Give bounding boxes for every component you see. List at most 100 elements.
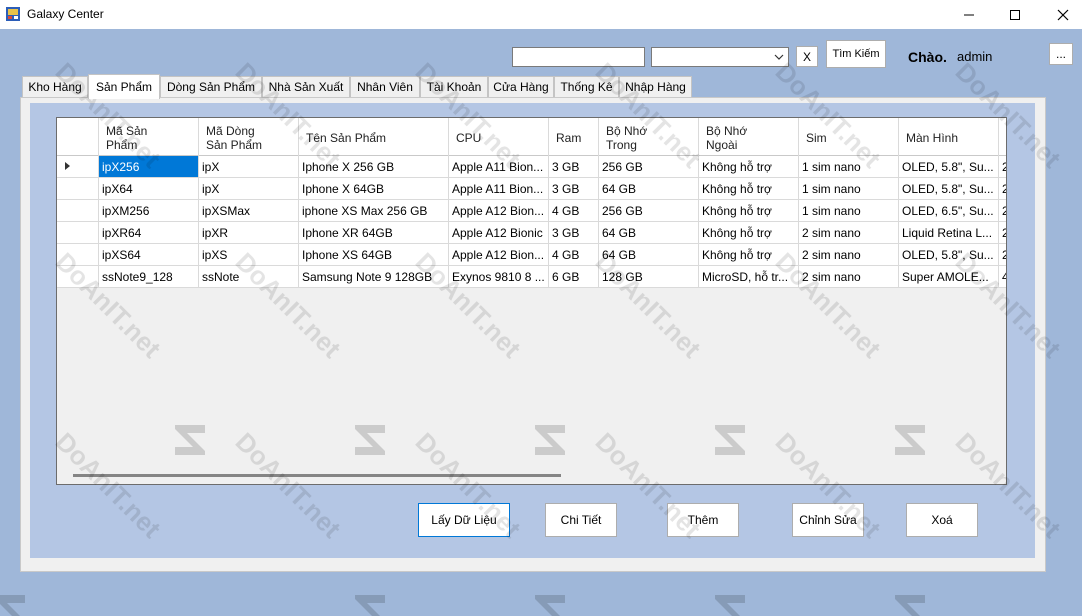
- cell-ram[interactable]: 3 GB: [549, 222, 599, 243]
- cell-ten-san-pham[interactable]: Iphone XR 64GB: [299, 222, 449, 243]
- table-row[interactable]: ipX64 ipX Iphone X 64GB Apple A11 Bion... 3 …: [57, 178, 1006, 200]
- cell-ram[interactable]: 4 GB: [549, 244, 599, 265]
- cell-bo-nho-trong[interactable]: 256 GB: [599, 200, 699, 221]
- cell-ten-san-pham[interactable]: iphone XS Max 256 GB: [299, 200, 449, 221]
- cell-cpu[interactable]: Apple A12 Bion...: [449, 244, 549, 265]
- cell-man-hinh[interactable]: OLED, 5.8", Su...: [899, 156, 999, 177]
- cell-ma-san-pham[interactable]: ipXR64: [99, 222, 199, 243]
- table-row[interactable]: ipXM256 ipXSMax iphone XS Max 256 GB Apple …: [57, 200, 1006, 222]
- cell-ten-san-pham[interactable]: Iphone X 64GB: [299, 178, 449, 199]
- cell-ma-san-pham[interactable]: ipX256: [99, 156, 199, 177]
- column-header-ten-san-pham[interactable]: Tên Sản Phẩm: [299, 118, 449, 156]
- cell-ma-dong[interactable]: ipX: [199, 178, 299, 199]
- cell-ram[interactable]: 3 GB: [549, 178, 599, 199]
- close-button[interactable]: [1040, 0, 1082, 29]
- cell-partial[interactable]: 4: [999, 266, 1006, 287]
- cell-ma-san-pham[interactable]: ipXS64: [99, 244, 199, 265]
- cell-sim[interactable]: 2 sim nano: [799, 222, 899, 243]
- row-header[interactable]: [57, 222, 99, 243]
- cell-partial[interactable]: 2: [999, 200, 1006, 221]
- tab-san-pham[interactable]: Sản Phẩm: [88, 74, 160, 99]
- cell-bo-nho-ngoai[interactable]: Không hỗ trợ: [699, 156, 799, 177]
- cell-sim[interactable]: 1 sim nano: [799, 156, 899, 177]
- search-filter-select[interactable]: [651, 47, 789, 67]
- column-header-bo-nho-ngoai[interactable]: Bộ Nhớ Ngoài: [699, 118, 799, 156]
- row-header[interactable]: [57, 178, 99, 199]
- tab-nha-san-xuat[interactable]: Nhà Sản Xuất: [262, 76, 350, 97]
- cell-ten-san-pham[interactable]: Iphone X 256 GB: [299, 156, 449, 177]
- minimize-button[interactable]: [946, 0, 992, 29]
- table-row[interactable]: ipXR64 ipXR Iphone XR 64GB Apple A12 Bionic…: [57, 222, 1006, 244]
- add-button[interactable]: Thêm: [667, 503, 739, 537]
- load-data-button[interactable]: Lấy Dữ Liệu: [418, 503, 510, 537]
- scrollbar-thumb[interactable]: [73, 474, 561, 477]
- column-header-bo-nho-trong[interactable]: Bộ Nhớ Trong: [599, 118, 699, 156]
- cell-partial[interactable]: 2: [999, 178, 1006, 199]
- cell-ten-san-pham[interactable]: Samsung Note 9 128GB: [299, 266, 449, 287]
- cell-cpu[interactable]: Apple A11 Bion...: [449, 156, 549, 177]
- tab-nhan-vien[interactable]: Nhân Viên: [350, 76, 420, 97]
- cell-bo-nho-ngoai[interactable]: Không hỗ trợ: [699, 244, 799, 265]
- cell-man-hinh[interactable]: Super AMOLE...: [899, 266, 999, 287]
- cell-bo-nho-ngoai[interactable]: MicroSD, hỗ tr...: [699, 266, 799, 287]
- column-header-ma-dong-san-pham[interactable]: Mã Dòng Sản Phẩm: [199, 118, 299, 156]
- tab-thong-ke[interactable]: Thống Kê: [554, 76, 619, 97]
- row-header[interactable]: [57, 200, 99, 221]
- edit-button[interactable]: Chỉnh Sửa: [792, 503, 864, 537]
- cell-ma-dong[interactable]: ssNote: [199, 266, 299, 287]
- cell-ram[interactable]: 3 GB: [549, 156, 599, 177]
- cell-ma-dong[interactable]: ipXS: [199, 244, 299, 265]
- tab-cua-hang[interactable]: Cửa Hàng: [488, 76, 554, 97]
- cell-ma-san-pham[interactable]: ipX64: [99, 178, 199, 199]
- cell-sim[interactable]: 1 sim nano: [799, 178, 899, 199]
- cell-man-hinh[interactable]: OLED, 5.8", Su...: [899, 178, 999, 199]
- column-header-ram[interactable]: Ram: [549, 118, 599, 156]
- tab-nhap-hang[interactable]: Nhập Hàng: [619, 76, 692, 97]
- delete-button[interactable]: Xoá: [906, 503, 978, 537]
- cell-ram[interactable]: 6 GB: [549, 266, 599, 287]
- cell-bo-nho-trong[interactable]: 256 GB: [599, 156, 699, 177]
- cell-cpu[interactable]: Apple A12 Bionic: [449, 222, 549, 243]
- cell-cpu[interactable]: Apple A12 Bion...: [449, 200, 549, 221]
- tab-tai-khoan[interactable]: Tài Khoản: [420, 76, 488, 97]
- cell-man-hinh[interactable]: OLED, 5.8", Su...: [899, 244, 999, 265]
- tab-dong-san-pham[interactable]: Dòng Sản Phẩm: [160, 76, 262, 97]
- cell-partial[interactable]: 2: [999, 244, 1006, 265]
- tab-kho-hang[interactable]: Kho Hàng: [22, 76, 88, 97]
- cell-bo-nho-ngoai[interactable]: Không hỗ trợ: [699, 222, 799, 243]
- cell-man-hinh[interactable]: Liquid Retina L...: [899, 222, 999, 243]
- column-header-man-hinh[interactable]: Màn Hình: [899, 118, 999, 156]
- cell-sim[interactable]: 2 sim nano: [799, 244, 899, 265]
- cell-bo-nho-trong[interactable]: 64 GB: [599, 222, 699, 243]
- search-input[interactable]: [512, 47, 645, 67]
- column-header-partial[interactable]: [999, 118, 1006, 156]
- cell-man-hinh[interactable]: OLED, 6.5", Su...: [899, 200, 999, 221]
- row-header[interactable]: [57, 156, 99, 177]
- cell-ma-san-pham[interactable]: ssNote9_128: [99, 266, 199, 287]
- products-grid[interactable]: Mã Sản Phẩm Mã Dòng Sản Phẩm Tên Sản Phẩm …: [56, 117, 1007, 485]
- cell-ma-dong[interactable]: ipXR: [199, 222, 299, 243]
- column-header-cpu[interactable]: CPU: [449, 118, 549, 156]
- cell-ma-dong[interactable]: ipXSMax: [199, 200, 299, 221]
- maximize-button[interactable]: [992, 0, 1038, 29]
- table-row[interactable]: ipX256 ipX Iphone X 256 GB Apple A11 Bion..…: [57, 156, 1006, 178]
- clear-search-button[interactable]: X: [796, 46, 818, 67]
- horizontal-scrollbar[interactable]: [57, 468, 1006, 484]
- column-header-ma-san-pham[interactable]: Mã Sản Phẩm: [99, 118, 199, 156]
- cell-bo-nho-ngoai[interactable]: Không hỗ trợ: [699, 178, 799, 199]
- cell-bo-nho-trong[interactable]: 128 GB: [599, 266, 699, 287]
- cell-bo-nho-ngoai[interactable]: Không hỗ trợ: [699, 200, 799, 221]
- more-button[interactable]: ...: [1049, 43, 1073, 65]
- table-row[interactable]: ssNote9_128 ssNote Samsung Note 9 128GB Exy…: [57, 266, 1006, 288]
- cell-partial[interactable]: 2: [999, 156, 1006, 177]
- column-header-sim[interactable]: Sim: [799, 118, 899, 156]
- row-header[interactable]: [57, 266, 99, 287]
- search-button[interactable]: Tìm Kiếm: [826, 40, 886, 68]
- row-header[interactable]: [57, 244, 99, 265]
- table-row[interactable]: ipXS64 ipXS Iphone XS 64GB Apple A12 Bion..…: [57, 244, 1006, 266]
- cell-sim[interactable]: 2 sim nano: [799, 266, 899, 287]
- cell-bo-nho-trong[interactable]: 64 GB: [599, 178, 699, 199]
- cell-partial[interactable]: 2: [999, 222, 1006, 243]
- cell-ma-dong[interactable]: ipX: [199, 156, 299, 177]
- cell-cpu[interactable]: Apple A11 Bion...: [449, 178, 549, 199]
